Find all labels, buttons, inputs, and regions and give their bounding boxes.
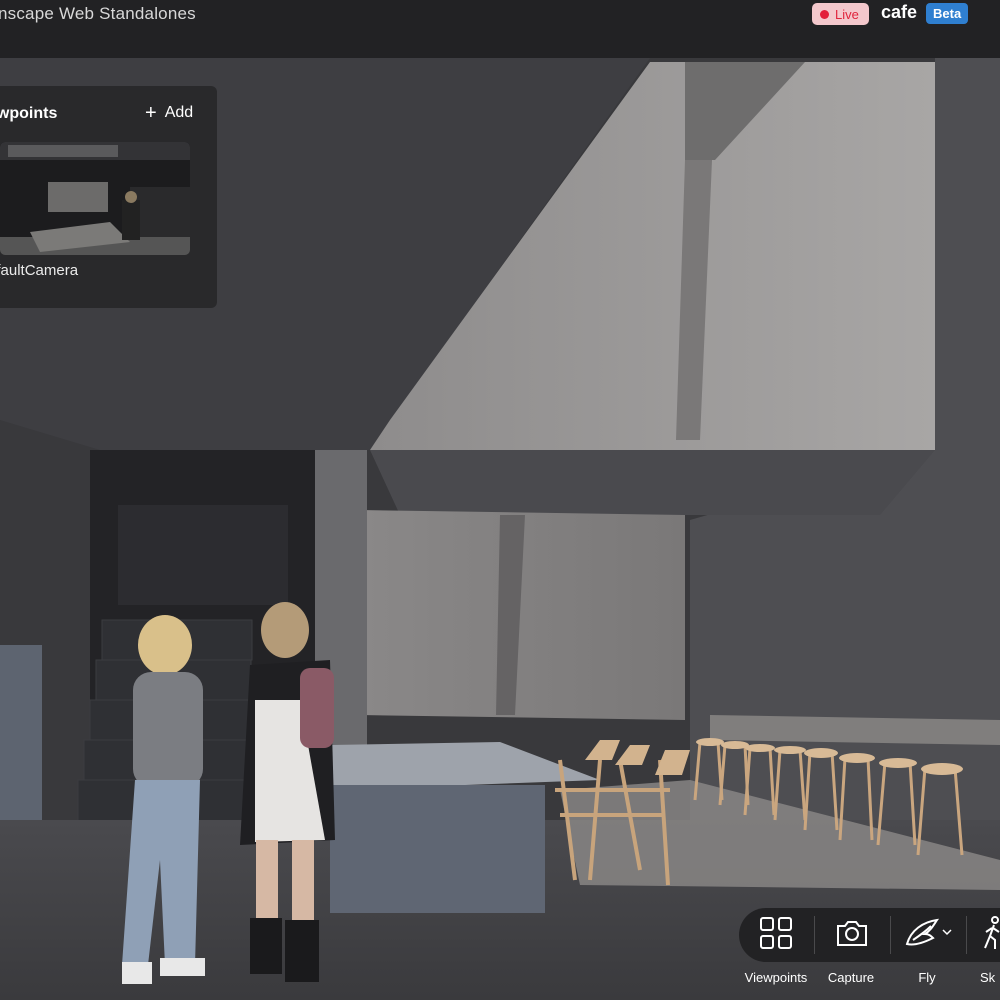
capture-button-label: Capture — [827, 970, 875, 985]
fly-button-label: Fly — [918, 970, 936, 985]
capture-button[interactable] — [815, 908, 889, 962]
viewpoints-button-label: Viewpoints — [744, 970, 808, 985]
viewpoint-item-label[interactable]: efaultCamera — [0, 262, 78, 279]
add-viewpoint-button[interactable]: + Add — [145, 102, 194, 124]
project-name: cafe — [881, 2, 918, 22]
walk-button-label: Sk — [980, 970, 996, 985]
bottom-toolbar — [739, 908, 1000, 962]
grid-icon — [759, 916, 793, 955]
beta-badge: Beta — [926, 3, 969, 24]
viewpoints-button[interactable] — [739, 908, 813, 962]
viewpoints-panel: ewpoints + Add efaultCamera — [0, 86, 217, 308]
top-bar: nscape Web Standalones Live cafe Beta — [0, 0, 1000, 58]
plus-icon: + — [145, 102, 157, 124]
live-dot-icon — [820, 9, 829, 19]
wing-icon — [903, 916, 953, 955]
walk-button[interactable] — [967, 908, 1000, 962]
live-badge[interactable]: Live — [812, 3, 869, 25]
add-viewpoint-label: Add — [164, 104, 194, 121]
walk-icon — [981, 915, 1000, 955]
camera-icon — [835, 918, 869, 953]
viewpoints-panel-title: ewpoints — [0, 105, 58, 122]
app-title: nscape Web Standalones — [0, 4, 196, 23]
fly-button[interactable] — [891, 908, 965, 962]
viewpoint-thumbnail[interactable] — [0, 142, 190, 255]
live-label: Live — [835, 6, 859, 22]
